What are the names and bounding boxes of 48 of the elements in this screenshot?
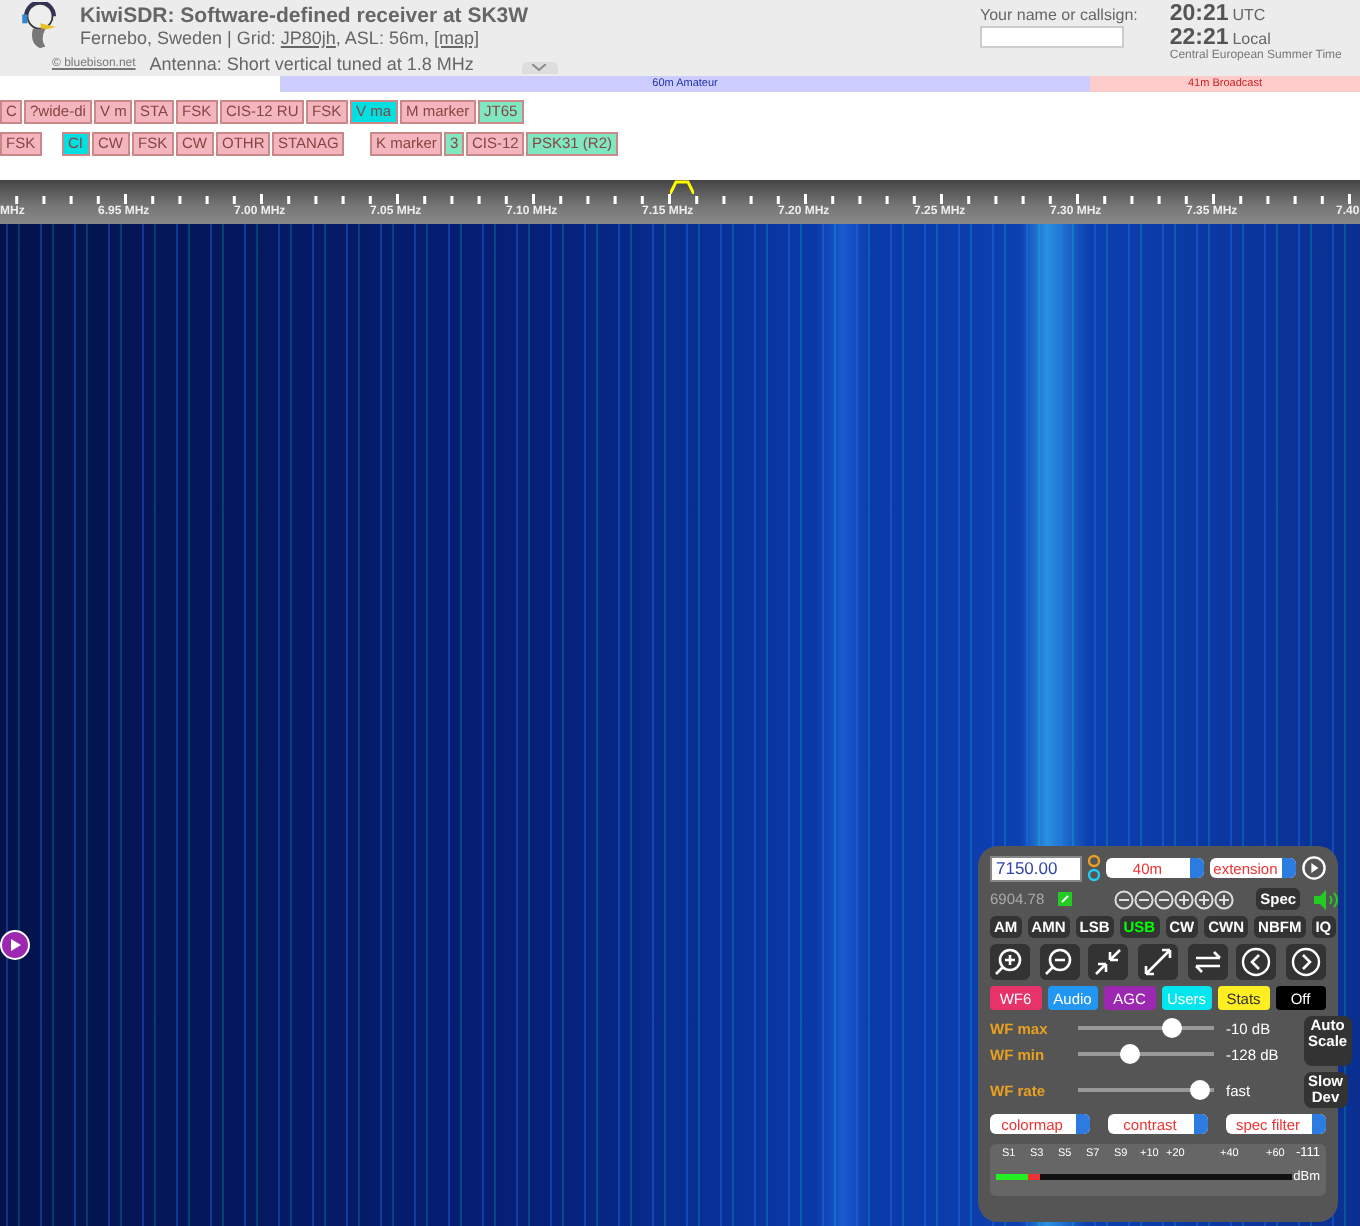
utc-time: 20:21 (1169, 2, 1229, 26)
chevron-right-button[interactable] (1285, 944, 1326, 980)
utc-label: UTC (1232, 6, 1266, 24)
location-text: Fernebo, Sweden | Grid: JP80jh, ASL: 56m, [map] (80, 28, 481, 50)
slider-thumb[interactable] (1161, 1018, 1182, 1038)
chevron-right-icon (1289, 946, 1322, 978)
plus-circle-icon[interactable] (1174, 889, 1195, 909)
caret-icon (1194, 1114, 1208, 1134)
swap-arrows-button[interactable] (1187, 944, 1228, 980)
minus-circle-icon[interactable] (1154, 889, 1175, 909)
local-time: 22:21 (1169, 26, 1229, 50)
local-label: Local (1232, 30, 1271, 48)
caret-icon (1282, 858, 1296, 878)
grid-link[interactable]: JP80jh (280, 28, 336, 48)
zoom-in-icon (994, 946, 1026, 978)
slider-thumb[interactable] (1190, 1080, 1211, 1100)
expand-arrows-icon (1141, 946, 1174, 978)
minus-circle-icon[interactable] (1134, 889, 1155, 909)
plus-circle-icon[interactable] (1194, 889, 1215, 909)
play-icon[interactable] (1302, 856, 1326, 880)
plus-circle-icon[interactable] (1214, 889, 1235, 909)
antenna-text: Antenna: Short vertical tuned at 1.8 MHz (149, 53, 474, 73)
caret-icon (1190, 858, 1205, 878)
shrink-arrows-button[interactable] (1088, 944, 1129, 980)
caret-icon (1076, 1114, 1090, 1134)
chevron-down-icon (532, 63, 547, 71)
arrow-square-icon[interactable] (1058, 892, 1073, 906)
field-label: Your name or callsign: (980, 6, 1138, 24)
slider-thumb[interactable] (1119, 1044, 1140, 1064)
callsign-field[interactable] (980, 26, 1124, 48)
swap-arrows-icon (1191, 946, 1224, 978)
play-button[interactable] (0, 930, 30, 960)
zoom-out-button[interactable] (1039, 944, 1080, 980)
passband-icon (670, 180, 694, 194)
zoom-in-button[interactable] (990, 944, 1030, 980)
zoom-out-icon (1043, 946, 1076, 978)
frequency-field[interactable]: 7150.00 (990, 855, 1082, 881)
expand-arrows-button[interactable] (1137, 944, 1178, 980)
chevron-left-icon (1240, 946, 1273, 978)
circles-icon[interactable] (1088, 854, 1100, 882)
shrink-arrows-icon (1092, 946, 1125, 978)
collapse-tab[interactable] (521, 61, 558, 73)
chevron-left-button[interactable] (1236, 944, 1277, 980)
caret-icon (1312, 1114, 1326, 1134)
site-title: KiwiSDR: Software-defined receiver at SK3W (80, 4, 529, 28)
map-link[interactable]: [map] (433, 28, 479, 48)
minus-circle-icon[interactable] (1114, 889, 1135, 909)
speaker-icon[interactable] (1314, 889, 1339, 909)
